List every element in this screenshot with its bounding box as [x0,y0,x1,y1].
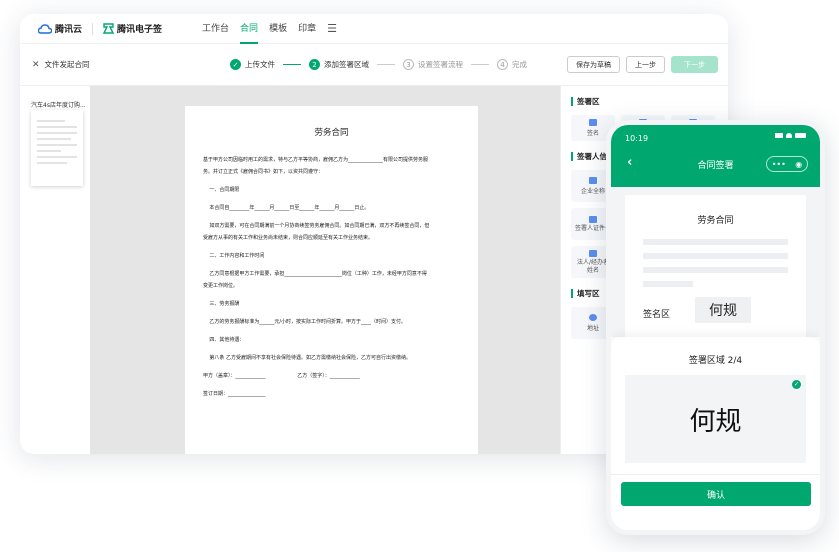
document-paragraph: 三、劳务报酬 [203,301,240,307]
signal-icon [775,133,783,138]
step-finish: 4 完成 [497,59,527,70]
document-paragraph: 第八条 乙方受雇期间不享有社会保险待遇。如乙方需缴纳社会保险，乙方可自行出资缴纳… [203,355,411,361]
confirm-button[interactable]: 确认 [621,482,811,506]
mobile-document: 劳务合同 签名区 何规 [625,195,806,337]
mobile-doc-title: 劳务合同 [697,216,734,226]
document-paragraph: 务。并订立正式《雇佣合同书》如下，以资共同遵守： [203,169,324,175]
more-icon[interactable]: ••• [772,160,786,169]
top-navbar: 腾讯云 腾讯电子签 工作台 合同 模板 印章 ☰ [20,14,728,44]
document-paragraph: 甲方（盖章）：____________ 乙方（签字）：____________ [203,373,360,379]
document-paragraph: 签订日期：_______________ [203,391,266,397]
document-paragraph: 乙方同意根据甲方工作需要，承担_______________________岗位… [203,271,427,277]
step-toolbar: ✕ 文件发起合同 ✓ 上传文件 2 添加签署区域 3 设置签署流程 4 完成 保… [20,44,728,86]
logo-divider [92,22,94,35]
step-label: 添加签署区域 [324,60,369,69]
document-paragraph: 一、合同期限 [203,187,240,193]
person-icon [589,249,597,257]
close-icon[interactable]: ✕ [32,60,40,70]
status-time: 10:19 [625,134,649,143]
building-icon [589,177,597,184]
text-placeholder [643,267,788,273]
file-title: 汽车4s店年度订购... [31,102,86,109]
step-number: 2 [309,59,320,70]
wifi-icon [786,133,792,138]
check-icon: ✓ [230,59,241,70]
logo-text: 腾讯云 [55,25,83,35]
sign-area-preview[interactable]: 何规 [695,297,751,323]
signature-pad[interactable]: 何规 ✓ [625,375,806,463]
sign-area-label: 签名区 [643,310,671,320]
nav-item-contract[interactable]: 合同 [240,14,259,44]
mobile-document-area: 劳务合同 签名区 何规 [611,187,820,337]
document-paragraph: 本合同自________年______月______日至______年_____… [203,205,370,211]
mini-program-capsule[interactable]: ••• ◉ [766,156,808,172]
menu-icon[interactable]: ☰ [327,22,337,35]
check-icon: ✓ [792,380,801,389]
signature-text: 何规 [689,406,742,437]
id-card-icon [589,215,597,223]
save-draft-button[interactable]: 保存为草稿 [567,56,620,73]
text-placeholder [643,281,693,287]
prev-step-button[interactable]: 上一步 [626,56,665,73]
step-number: 3 [403,59,414,70]
battery-icon [795,133,806,138]
step-indicator: ✓ 上传文件 2 添加签署区域 3 设置签署流程 4 完成 [230,59,527,70]
target-icon[interactable]: ◉ [795,160,802,169]
document-paragraph: 基于甲方公司因临时用工的需求，特与乙方平等协商，雇佣乙方为___________… [203,157,429,163]
nav-item-template[interactable]: 模板 [269,14,287,44]
document-paragraph: 四、其他待遇： [203,337,245,343]
step-connector [377,64,395,65]
page-thumbnail[interactable] [31,110,83,186]
document-paragraph: 二、工作内容和工作时间 [203,253,265,259]
step-label: 设置签署流程 [418,60,463,69]
signature-sheet: 签署区域 2/4 何规 ✓ 确认 [611,337,820,530]
text-placeholder [643,253,788,259]
step-connector [283,64,301,65]
control-label: 签名 [586,130,599,137]
esign-logo[interactable]: 腾讯电子签 [103,22,162,35]
tencent-cloud-logo[interactable]: 腾讯云 [38,22,82,35]
document-paragraph: 乙方的劳务报酬标准为______元/小时，按实际工作时间折算。甲方于____（时… [203,319,407,325]
mobile-header: 10:19 ‹ 合同签署 ••• ◉ [611,125,820,187]
divider [611,474,820,475]
step-label: 上传文件 [245,60,275,69]
nav-item-seal[interactable]: 印章 [298,14,316,44]
thumbnail-panel: 汽车4s店年度订购... [20,86,90,454]
back-link[interactable]: ✕ 文件发起合同 [32,59,90,70]
back-label: 文件发起合同 [44,60,90,69]
sign-area-header: 签署区 [571,96,718,107]
area-counter: 签署区域 2/4 [688,356,743,366]
step-add-sign-area: 2 添加签署区域 [309,59,369,70]
esign-logo-icon [103,23,115,34]
contract-document: 劳务合同 基于甲方公司因临时用工的需求，特与乙方平等协商，雇佣乙方为______… [185,106,478,454]
status-icons [775,133,806,138]
document-paragraph: 如双方需要，可在合同期满前一个月协商续签劳务雇佣合同。如合同期已满，双方不再续签… [203,223,430,229]
nav-item-workbench[interactable]: 工作台 [202,14,229,44]
step-upload: ✓ 上传文件 [230,59,275,70]
document-paragraph: 变更工作岗位。 [203,283,239,289]
step-connector [471,64,489,65]
mobile-device: 10:19 ‹ 合同签署 ••• ◉ 劳务合同 签名区 何规 签署区域 2/4 … [606,120,825,535]
text-placeholder [643,239,788,245]
main-nav: 工作台 合同 模板 印章 ☰ [202,14,337,44]
next-step-button[interactable]: 下一步 [671,56,718,73]
document-paragraph: 受雇方从事的有关工作和业务尚未结束，则合同应顺延至有关工作业务结束。 [203,235,374,241]
control-label: 地址 [586,325,599,332]
location-icon [589,314,597,321]
pen-icon [589,119,597,126]
step-set-flow: 3 设置签署流程 [403,59,463,70]
cloud-logo-icon [38,23,52,34]
document-title: 劳务合同 [314,128,349,138]
document-canvas: 劳务合同 基于甲方公司因临时用工的需求，特与乙方平等协商，雇佣乙方为______… [90,86,560,454]
step-label: 完成 [512,60,527,69]
action-buttons: 保存为草稿 上一步 下一步 [567,56,718,73]
control-label: 企业全称 [580,188,605,195]
step-number: 4 [497,59,508,70]
product-name: 腾讯电子签 [117,25,163,35]
